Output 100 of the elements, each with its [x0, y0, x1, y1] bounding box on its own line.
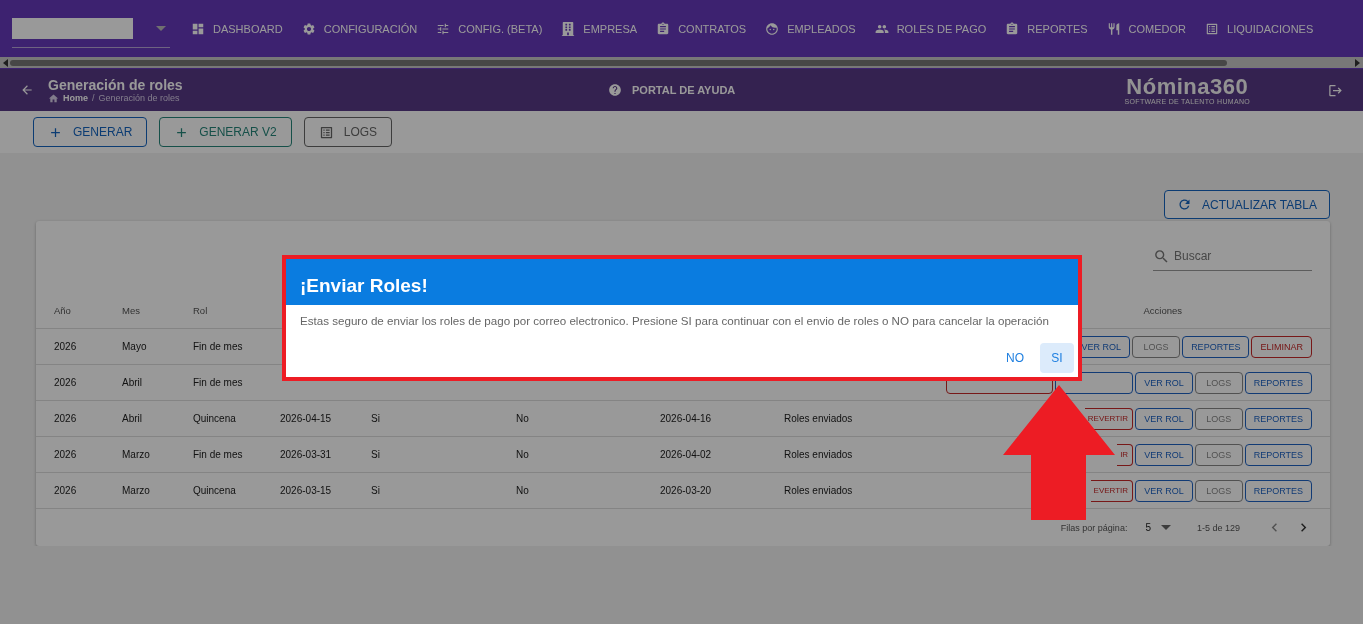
table-cell-text: 2026-03-15 [280, 485, 333, 496]
table-cell-text: Fin de mes [193, 377, 244, 388]
action-button[interactable]: LOGS [1194, 443, 1243, 466]
action-button[interactable]: VER ROL [1135, 443, 1193, 466]
table-cell-text: Roles enviados [784, 485, 854, 496]
nav-item[interactable]: CONFIG. (BETA) [436, 21, 543, 36]
table-cell-text: Si [371, 449, 381, 460]
action-button[interactable]: VER ROL [1135, 371, 1193, 394]
face-icon [765, 21, 780, 36]
toolbar-button[interactable]: GENERAR V2 [159, 117, 292, 147]
action-button[interactable]: REPORTES [1244, 479, 1312, 502]
table-cell-text: 2026-03-20 [660, 485, 713, 496]
nav-item[interactable]: ROLES DE PAGO [874, 21, 987, 36]
action-button[interactable]: REPORTES [1244, 371, 1312, 394]
horizontal-scrollbar[interactable] [0, 57, 1363, 69]
action-button[interactable]: REPORTES [1244, 407, 1312, 430]
help-link[interactable]: PORTAL DE AYUDA [608, 83, 736, 97]
list-icon [318, 124, 334, 140]
action-button[interactable]: LOGS [1194, 371, 1243, 394]
action-button[interactable]: LOGS [1194, 479, 1243, 502]
dialog-button[interactable]: NO [998, 343, 1032, 373]
help-icon [608, 83, 622, 97]
home-icon [48, 92, 59, 104]
table-cell-text: 2026-04-02 [660, 449, 713, 460]
table-cell-text: Marzo [122, 485, 151, 496]
table-cell-text: Roles enviados [784, 413, 854, 424]
action-button[interactable]: ELIMINAR [1251, 335, 1312, 358]
toolbar-button[interactable]: GENERAR [33, 117, 148, 147]
action-button[interactable]: REPORTES [1244, 443, 1312, 466]
table-cell-text: Fin de mes [193, 341, 244, 352]
table-cell-text: 2026-04-15 [280, 413, 333, 424]
table-cell-text: No [516, 449, 530, 460]
table-cell-text: 2026-03-31 [280, 449, 333, 460]
dialog-title: ¡Enviar Roles! [286, 259, 1078, 305]
utensils-icon [1106, 21, 1121, 36]
action-button[interactable]: REVERTIR [1084, 407, 1134, 430]
building-icon [561, 21, 576, 36]
action-button[interactable]: VER ROL [1135, 407, 1193, 430]
nav-item[interactable]: CONFIGURACIÓN [301, 21, 418, 36]
page-range: 1-5 de 129 [1196, 522, 1240, 533]
table-cell-text: 2026-04-16 [660, 413, 713, 424]
action-button[interactable]: LOGS [1194, 407, 1243, 430]
breadcrumb-link[interactable]: Home [63, 93, 88, 103]
search-placeholder: Buscar [1174, 249, 1212, 263]
table-cell-text: Si [371, 485, 381, 496]
table-cell-text: Abril [122, 377, 143, 388]
table-cell-text: No [516, 413, 530, 424]
caret-icon [156, 25, 166, 31]
table-cell-text: Quincena [193, 413, 237, 424]
nav-item[interactable]: REPORTES [1005, 21, 1088, 36]
clipboard-icon [656, 21, 671, 36]
table-cell-text: Mayo [122, 341, 148, 352]
column-header: Año [54, 304, 72, 316]
search-icon [1153, 247, 1170, 265]
refresh-icon [1177, 197, 1193, 212]
action-button[interactable]: REPORTES [1182, 335, 1250, 358]
nav-item[interactable]: EMPLEADOS [765, 21, 856, 36]
logo-name: Nómina360 [1126, 75, 1249, 98]
toolbar-button[interactable]: LOGS [303, 117, 393, 147]
clipboard-icon [1005, 21, 1020, 36]
action-button[interactable]: VER ROL [1135, 479, 1193, 502]
rows-per-page-select[interactable]: 5 [1145, 522, 1171, 533]
column-header: Rol [193, 304, 209, 316]
table-cell-text: Marzo [122, 449, 151, 460]
action-button[interactable]: LOGS [1132, 335, 1181, 358]
search-field[interactable]: Buscar [1153, 242, 1312, 271]
nav-item[interactable]: CONTRATOS [656, 21, 747, 36]
rows-per-page-label: Filas por página: [1060, 522, 1128, 533]
table-cell-text: Roles enviados [784, 449, 854, 460]
refresh-button[interactable]: ACTUALIZAR TABLA [1164, 190, 1330, 219]
table-cell-text: 2026 [54, 485, 78, 496]
sliders-icon [436, 21, 451, 36]
column-header: Mes [122, 304, 141, 316]
breadcrumb-separator: / [92, 93, 95, 103]
column-header: Acciones [1143, 304, 1182, 316]
nav-item[interactable]: COMEDOR [1106, 21, 1187, 36]
logout-icon[interactable] [1328, 82, 1343, 98]
caret-icon [1160, 525, 1171, 530]
table-cell-text: 2026 [54, 341, 78, 352]
table-cell-text: 2026 [54, 413, 78, 424]
dialog-message: Estas seguro de enviar los roles de pago por correo electronico. Presione SI para continuar con el envio de roles o NO para cancelar la operación [299, 313, 1050, 327]
table-cell-text: Si [371, 413, 381, 424]
gear-icon [301, 21, 316, 36]
nav-item[interactable]: DASHBOARD [191, 21, 283, 36]
table-cell-text: Quincena [193, 485, 237, 496]
table-cell-text: Fin de mes [193, 449, 244, 460]
nav-item[interactable]: EMPRESA [561, 21, 638, 36]
grid-icon [191, 21, 205, 36]
dialog-button[interactable]: SI [1040, 343, 1074, 373]
action-button[interactable]: IR [1117, 443, 1134, 466]
nav-item[interactable]: LIQUIDACIONES [1205, 21, 1314, 36]
action-button[interactable]: EVERTIR [1090, 479, 1134, 502]
breadcrumb-current: Generación de roles [98, 93, 180, 103]
back-icon[interactable] [20, 83, 34, 97]
list-icon [1205, 21, 1220, 36]
table-cell-text: 2026 [54, 377, 78, 388]
table-cell-text: 2026 [54, 449, 78, 460]
page-title: Generación de roles [48, 76, 184, 93]
table-cell-text: Abril [122, 413, 143, 424]
table-cell-text: No [516, 485, 530, 496]
